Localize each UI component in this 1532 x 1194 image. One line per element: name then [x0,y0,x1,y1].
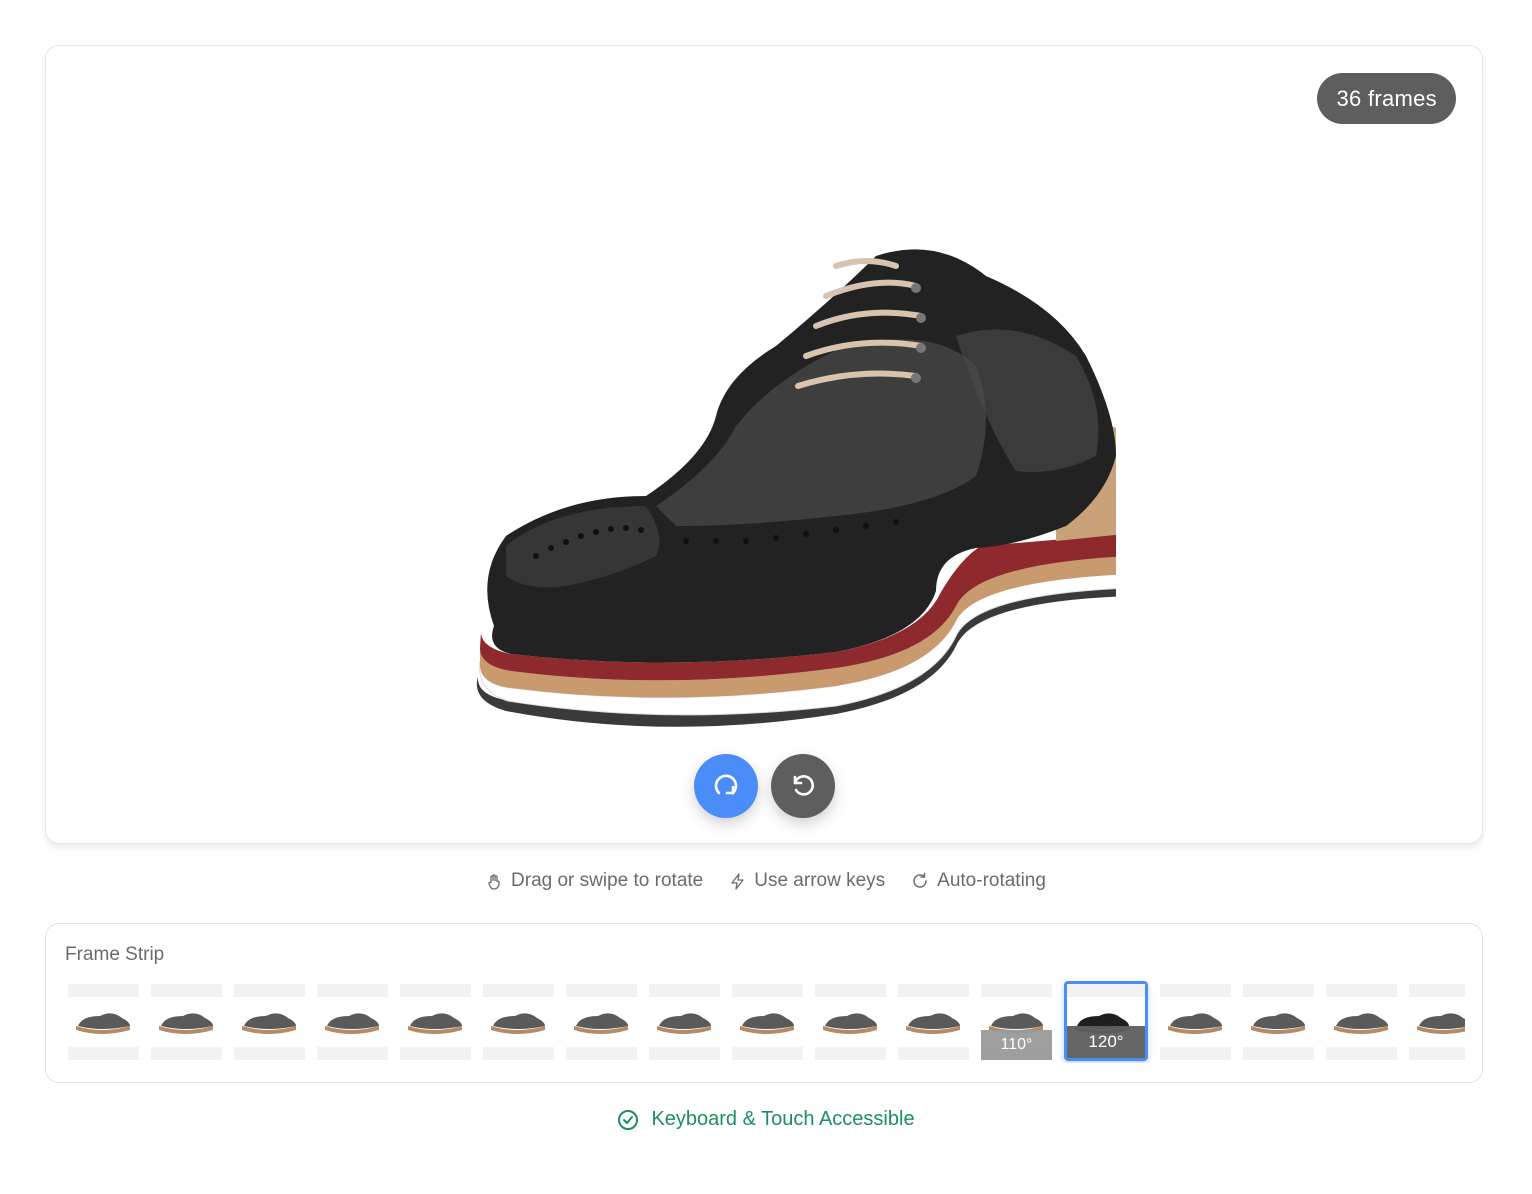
frame-thumbnail[interactable] [151,984,222,1060]
frame-shoe-icon [76,1013,130,1034]
frame-shoe-icon [1168,1013,1222,1034]
frame-thumbnail[interactable] [483,984,554,1060]
viewer-controls [694,754,835,818]
frame-shoe-icon [906,1013,960,1034]
accessibility-note: Keyboard & Touch Accessible [0,1108,1532,1131]
reset-rotation-button[interactable] [771,754,835,818]
frame-thumbnail[interactable] [1326,984,1397,1060]
frame-degree-label: 120° [1067,1026,1145,1058]
frame-shoe-icon [740,1013,794,1034]
frame-shoe-icon [408,1013,462,1034]
frame-thumbnail[interactable] [1243,984,1314,1060]
frame-shoe-icon [823,1013,877,1034]
frame-thumbnail[interactable] [566,984,637,1060]
frame-degree-label: 110° [981,1030,1052,1060]
frame-thumbnail[interactable] [815,984,886,1060]
frame-thumbnail[interactable] [400,984,471,1060]
frame-shoe-icon [325,1013,379,1034]
frame-thumbnail[interactable] [732,984,803,1060]
refresh-icon [913,872,927,888]
frame-thumbnail[interactable] [1409,984,1465,1060]
frame-shoe-icon [1334,1013,1388,1034]
frame-thumbnail[interactable]: 120° [1064,981,1148,1061]
frame-thumbnail[interactable] [317,984,388,1060]
frame-thumbnail[interactable] [898,984,969,1060]
interaction-hints: Drag or swipe to rotate Use arrow keys A… [0,870,1532,892]
reset-rotate-icon [793,775,814,796]
frame-strip: Frame Strip 110° 120° [45,923,1483,1083]
hand-icon [488,873,500,890]
hint-auto-rotating-label: Auto-rotating [937,870,1046,891]
frame-shoe-icon [1251,1013,1305,1034]
frame-shoe-icon [242,1013,296,1034]
hint-drag: Drag or swipe to rotate [486,870,703,892]
auto-rotate-icon [714,774,738,795]
product-360-viewer[interactable]: 36 frames [45,45,1483,844]
frame-strip-title: Frame Strip [65,944,165,965]
frame-shoe-icon [574,1013,628,1034]
frame-thumbnail[interactable]: 110° [981,984,1052,1060]
shoe-image[interactable] [416,196,1132,736]
hint-arrow-keys: Use arrow keys [729,870,885,892]
frame-thumbnail[interactable] [649,984,720,1060]
frame-thumbnail[interactable] [1160,984,1231,1060]
frame-shoe-icon [491,1013,545,1034]
auto-rotate-button[interactable] [694,754,758,818]
frame-thumbnail[interactable] [68,984,139,1060]
accessibility-label: Keyboard & Touch Accessible [651,1108,915,1130]
frame-thumbnails: 110° 120° [68,981,1465,1063]
hint-auto-rotating: Auto-rotating [911,870,1046,892]
check-circle-icon [618,1109,639,1130]
frame-shoe-icon [657,1013,711,1034]
frame-thumbnail[interactable] [234,984,305,1060]
lightning-icon [731,872,744,890]
frame-shoe-icon [159,1013,213,1034]
hint-drag-label: Drag or swipe to rotate [511,870,704,891]
frames-count-badge: 36 frames [1317,73,1456,124]
frame-shoe-icon [1417,1013,1465,1034]
hint-arrow-keys-label: Use arrow keys [754,870,886,891]
